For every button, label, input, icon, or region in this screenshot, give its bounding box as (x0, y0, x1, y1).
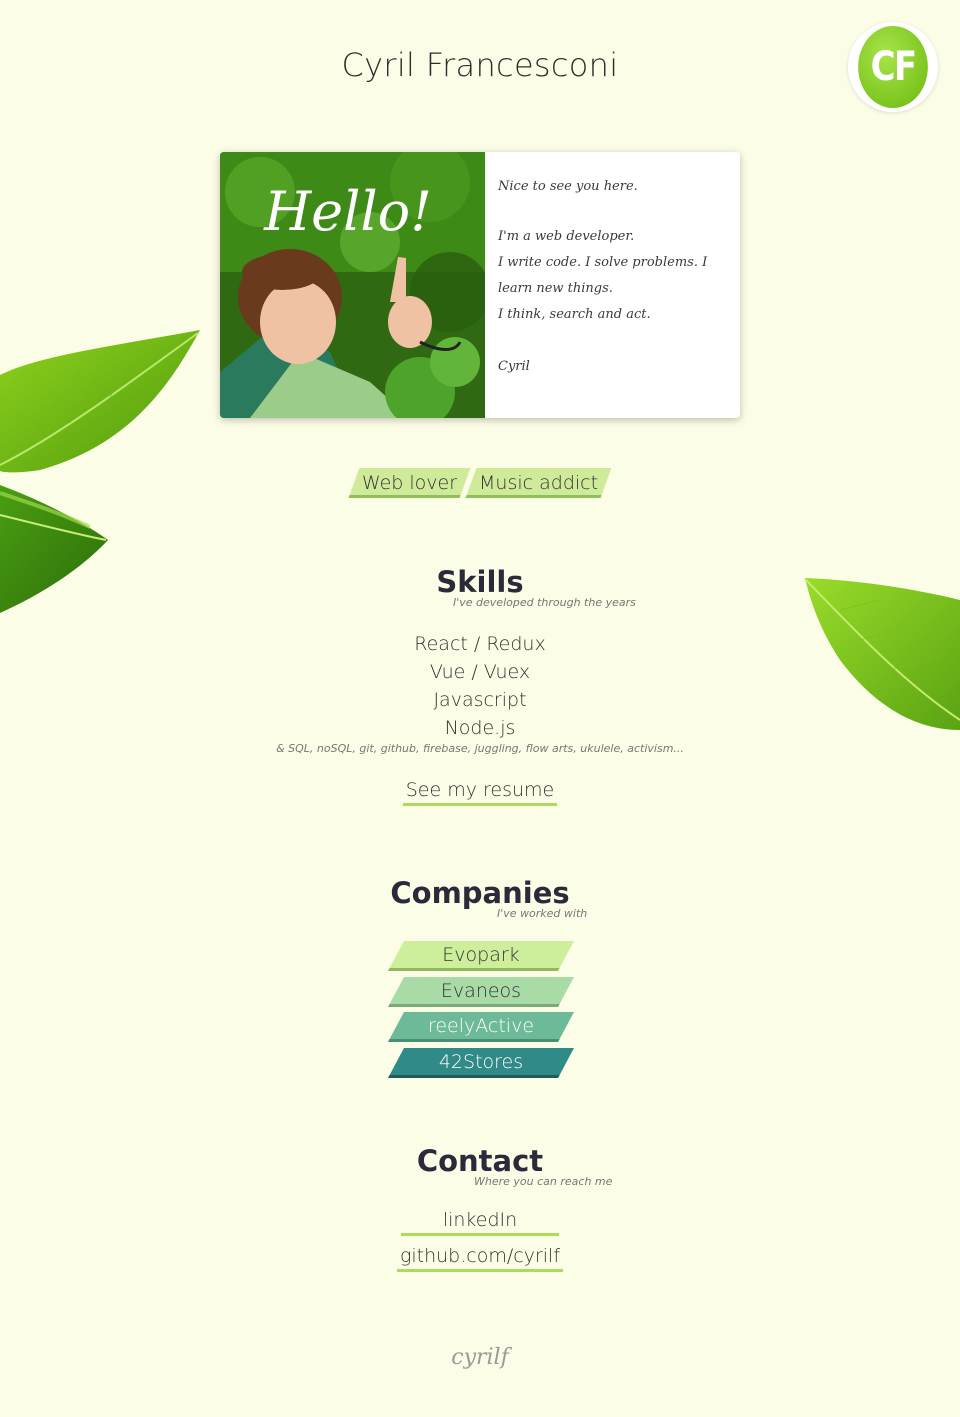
company-evaneos[interactable]: Evaneos (396, 977, 566, 1007)
contact-subtitle: Where you can reach me (474, 1175, 613, 1188)
profile-photo: Hello! (220, 152, 485, 418)
skill-item: Node.js (444, 717, 516, 739)
leaf-left-top-decoration (0, 330, 200, 473)
resume-link-wrap: See my resume (0, 779, 960, 806)
page: Cyril Francesconi CF Hello! Nice to see … (0, 0, 960, 1417)
hello-card: Hello! Nice to see you here. I'm a web d… (220, 152, 740, 418)
companies-title: Companies (390, 876, 570, 910)
github-link-wrap: github.com/cyrilf (0, 1245, 960, 1272)
skills-title: Skills (436, 565, 524, 599)
resume-link[interactable]: See my resume (402, 779, 558, 806)
site-title: Cyril Francesconi (341, 46, 619, 84)
logo[interactable]: CF (848, 22, 938, 112)
company-reelyactive[interactable]: reelyActive (396, 1012, 566, 1042)
companies-subtitle: I've worked with (497, 907, 588, 920)
footer-signature: cyrilf (451, 1345, 509, 1370)
skills-subtitle: I've developed through the years (453, 596, 636, 609)
card-message: Nice to see you here. I'm a web develope… (498, 174, 728, 380)
logo-monogram: CF (858, 26, 928, 108)
skill-item: Javascript (433, 689, 527, 711)
skills-extra: & SQL, noSQL, git, github, firebase, jug… (276, 742, 684, 755)
card-line-1: I'm a web developer. (498, 229, 635, 244)
company-evopark[interactable]: Evopark (396, 941, 566, 971)
contact-title: Contact (416, 1144, 544, 1178)
tag-music-addict: Music addict (471, 468, 606, 498)
card-line-3: I think, search and act. (498, 307, 651, 322)
hello-handwriting: Hello! (263, 180, 432, 243)
company-42stores[interactable]: 42Stores (396, 1048, 566, 1078)
tags: Web lover Music addict (0, 468, 960, 498)
companies-list: Evopark Evaneos reelyActive 42Stores (396, 941, 566, 1083)
card-greeting: Nice to see you here. (498, 179, 638, 194)
skills-list: React / Redux Vue / Vuex Javascript Node… (0, 630, 960, 742)
skill-item: Vue / Vuex (429, 661, 531, 683)
card-signature: Cyril (498, 359, 530, 374)
skill-item: React / Redux (414, 633, 546, 655)
github-link[interactable]: github.com/cyrilf (396, 1245, 564, 1272)
linkedin-link-wrap: linkedIn (0, 1209, 960, 1236)
card-line-2: I write code. I solve problems. I learn … (498, 255, 708, 296)
linkedin-link[interactable]: linkedIn (400, 1209, 560, 1236)
tag-web-lover: Web lover (354, 468, 465, 498)
